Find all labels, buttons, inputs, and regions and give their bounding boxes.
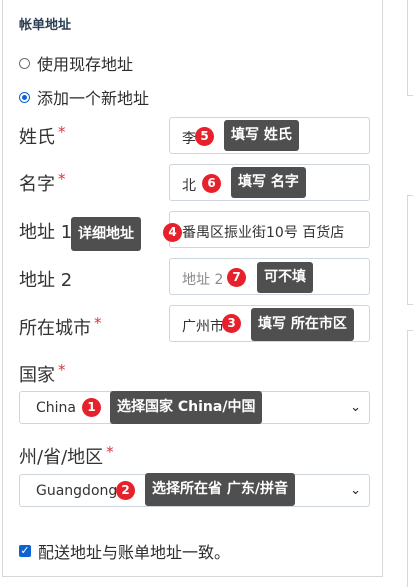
address1-input[interactable]: 番禺区振业街10号 百货店 bbox=[169, 211, 370, 248]
address2-label: 地址 2 bbox=[19, 266, 72, 292]
tooltip-province: 选择所在省 广东/拼音 bbox=[145, 473, 295, 506]
required-asterisk: * bbox=[58, 123, 66, 141]
country-label-text: 国家 bbox=[19, 365, 55, 386]
last-name-value: 李 bbox=[182, 131, 196, 147]
address1-label-text: 地址 1 bbox=[19, 222, 73, 243]
city-value: 广州市 bbox=[182, 319, 224, 335]
first-name-label: 名字 * bbox=[19, 170, 66, 196]
first-name-label-text: 名字 bbox=[19, 174, 55, 195]
adjacent-panel-edge bbox=[407, 0, 413, 96]
radio-add-new-label: 添加一个新地址 bbox=[37, 89, 150, 108]
tooltip-address1: 详细地址 bbox=[71, 217, 141, 251]
chevron-down-icon: ⌄ bbox=[350, 400, 361, 415]
tooltip-first-name: 填写 名字 bbox=[231, 167, 306, 198]
province-label-text: 州/省/地区 bbox=[19, 447, 104, 468]
address2-placeholder: 地址 2 bbox=[182, 272, 224, 288]
step-badge-6: 6 bbox=[202, 174, 221, 193]
billing-address-page: 帐单地址 使用现存地址 添加一个新地址 姓氏* 李 名字* 北 地址 1* 番禺… bbox=[0, 0, 413, 587]
required-asterisk: * bbox=[106, 443, 114, 461]
adjacent-panel-edge bbox=[407, 195, 413, 305]
last-name-label: 姓氏 * bbox=[19, 123, 66, 149]
country-selected-value: China bbox=[36, 400, 76, 416]
tooltip-address2: 可不填 bbox=[257, 262, 313, 293]
shipping-same-label: 配送地址与账单地址一致。 bbox=[38, 543, 231, 562]
tooltip-country: 选择国家 China/中国 bbox=[110, 391, 263, 424]
step-badge-5: 5 bbox=[195, 127, 214, 146]
step-badge-1: 1 bbox=[82, 398, 101, 417]
required-asterisk: * bbox=[94, 314, 102, 332]
step-badge-2: 2 bbox=[116, 481, 135, 500]
address2-label-text: 地址 2 bbox=[19, 270, 73, 291]
chevron-down-icon: ⌄ bbox=[350, 483, 361, 498]
radio-unchecked-icon[interactable] bbox=[19, 57, 30, 69]
shipping-same-checkbox-row[interactable]: ✓ 配送地址与账单地址一致。 bbox=[19, 539, 230, 563]
adjacent-panel-edge bbox=[407, 330, 413, 587]
address1-value: 番禺区振业街10号 百货店 bbox=[182, 225, 345, 241]
province-selected-value: Guangdong bbox=[36, 483, 118, 499]
radio-checked-icon[interactable] bbox=[19, 91, 30, 103]
city-label: 所在城市 * bbox=[19, 314, 102, 340]
radio-add-new-address[interactable]: 添加一个新地址 bbox=[19, 85, 149, 109]
step-badge-4: 4 bbox=[163, 223, 182, 242]
city-label-text: 所在城市 bbox=[19, 318, 91, 339]
section-title: 帐单地址 bbox=[19, 18, 72, 33]
province-label: 州/省/地区 * bbox=[19, 443, 114, 469]
checkbox-checked-icon[interactable]: ✓ bbox=[19, 545, 31, 557]
step-badge-7: 7 bbox=[227, 268, 246, 287]
step-badge-3: 3 bbox=[222, 314, 241, 333]
country-label: 国家 * bbox=[19, 361, 66, 387]
tooltip-last-name: 填写 姓氏 bbox=[224, 120, 299, 151]
required-asterisk: * bbox=[58, 361, 66, 379]
radio-use-existing-address[interactable]: 使用现存地址 bbox=[19, 51, 133, 75]
radio-use-existing-label: 使用现存地址 bbox=[37, 55, 134, 74]
first-name-value: 北 bbox=[182, 178, 196, 194]
tooltip-city: 填写 所在市区 bbox=[251, 308, 354, 341]
last-name-label-text: 姓氏 bbox=[19, 127, 55, 148]
required-asterisk: * bbox=[58, 170, 66, 188]
